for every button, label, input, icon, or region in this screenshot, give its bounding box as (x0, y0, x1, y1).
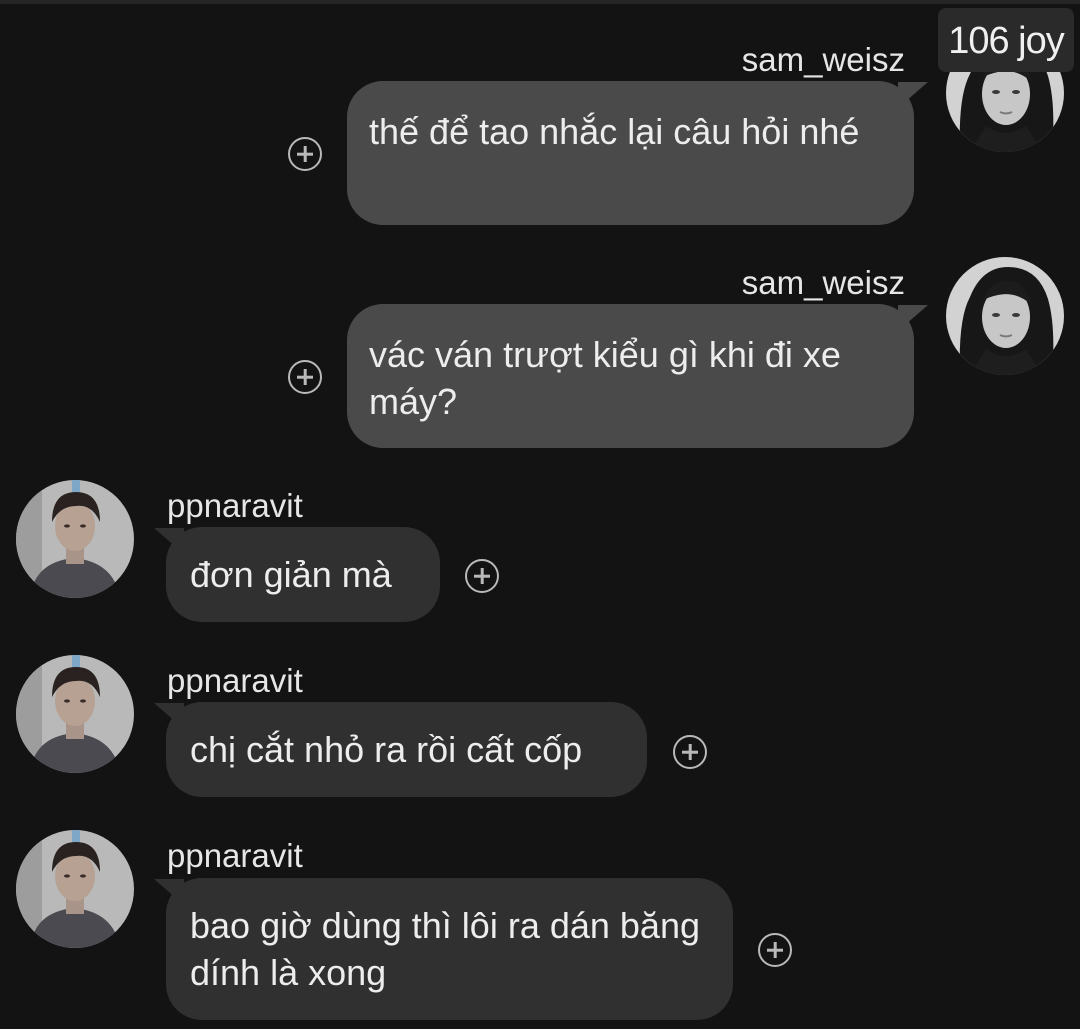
avatar-ppnaravit[interactable] (16, 830, 134, 948)
message-text: thế để tao nhắc lại câu hỏi nhé (369, 111, 860, 152)
add-reaction-icon[interactable] (673, 735, 707, 769)
add-reaction-icon[interactable] (288, 360, 322, 394)
message-text: chị cắt nhỏ ra rồi cất cốp (190, 729, 583, 770)
add-reaction-icon[interactable] (758, 933, 792, 967)
message-text: bao giờ dùng thì lôi ra dán băng dính là… (190, 905, 700, 993)
avatar-ppnaravit[interactable] (16, 655, 134, 773)
message-bubble-incoming[interactable]: đơn giản mà (166, 527, 440, 622)
avatar-sam-weisz[interactable] (946, 257, 1064, 375)
bubble-tail (898, 305, 928, 331)
message-bubble-outgoing[interactable]: thế để tao nhắc lại câu hỏi nhé (347, 81, 914, 225)
sender-name: ppnaravit (167, 837, 303, 874)
sender-name: sam_weisz (741, 41, 905, 78)
sender-name: sam_weisz (741, 264, 905, 301)
message-bubble-incoming[interactable]: chị cắt nhỏ ra rồi cất cốp (166, 702, 647, 797)
bubble-tail (154, 703, 184, 729)
add-reaction-icon[interactable] (288, 137, 322, 171)
bubble-tail (154, 879, 184, 905)
count-badge[interactable]: 106 joy (938, 8, 1074, 72)
add-reaction-icon[interactable] (465, 559, 499, 593)
top-edge-bar (0, 0, 1080, 4)
bubble-tail (898, 82, 928, 108)
message-bubble-incoming[interactable]: bao giờ dùng thì lôi ra dán băng dính là… (166, 878, 733, 1020)
sender-name: ppnaravit (167, 662, 303, 699)
message-bubble-outgoing[interactable]: vác ván trượt kiểu gì khi đi xe máy? (347, 304, 914, 448)
bubble-tail (154, 528, 184, 554)
sender-name: ppnaravit (167, 487, 303, 524)
message-text: vác ván trượt kiểu gì khi đi xe máy? (369, 334, 841, 422)
avatar-ppnaravit[interactable] (16, 480, 134, 598)
message-text: đơn giản mà (190, 554, 392, 595)
